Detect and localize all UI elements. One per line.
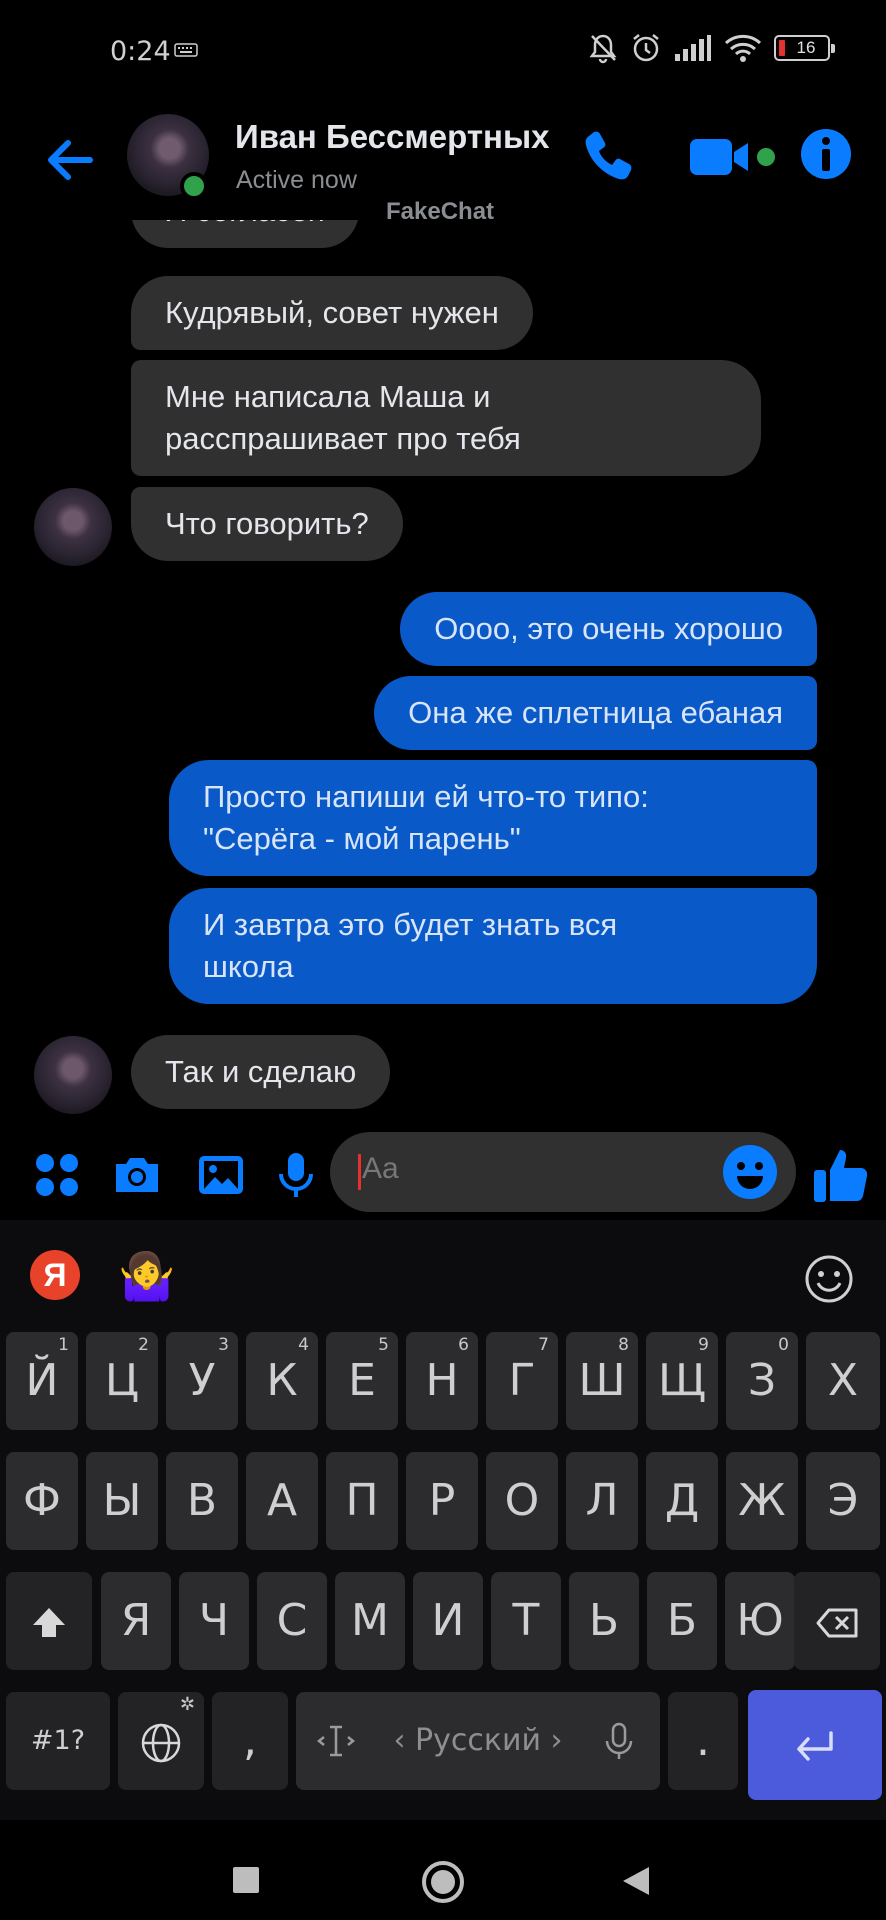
key[interactable]: В [166, 1452, 238, 1550]
enter-key[interactable] [748, 1690, 882, 1800]
key[interactable]: Р [406, 1452, 478, 1550]
status-bar: 0:24 16 [0, 0, 886, 100]
text-caret [358, 1154, 361, 1190]
back-triangle-icon[interactable] [622, 1866, 650, 1896]
language-key[interactable]: ✲ [118, 1692, 204, 1790]
key[interactable]: И [413, 1572, 483, 1670]
camera-icon[interactable] [112, 1150, 162, 1200]
key[interactable]: Ю [725, 1572, 795, 1670]
keyboard-icon [174, 43, 198, 57]
smiley-icon[interactable] [804, 1254, 854, 1304]
backspace-icon [816, 1608, 858, 1638]
keyboard: Я 🤷‍♀️ Й1 Ц2 У3 К4 Е5 Н6 Г7 Ш8 Щ9 З0 Х Ф… [0, 1220, 886, 1820]
message-bubble[interactable]: И завтра это будет знать вся школа [169, 888, 817, 1004]
key[interactable]: Б [647, 1572, 717, 1670]
key[interactable]: Н6 [406, 1332, 478, 1430]
alarm-icon [633, 34, 659, 62]
contact-status: Active now [236, 166, 357, 194]
message-bubble[interactable]: Так и сделаю [131, 1035, 391, 1109]
key[interactable]: З0 [726, 1332, 798, 1430]
key[interactable]: У3 [166, 1332, 238, 1430]
space-language-label: ‹ Русский › [393, 1723, 563, 1758]
comma-key[interactable]: , [212, 1692, 288, 1790]
symbols-key[interactable]: #1? [6, 1692, 110, 1790]
key[interactable]: О [486, 1452, 558, 1550]
key[interactable]: Т [491, 1572, 561, 1670]
key[interactable]: Ц2 [86, 1332, 158, 1430]
message-composer: Aa [0, 1128, 886, 1220]
key[interactable]: Щ9 [646, 1332, 718, 1430]
key[interactable]: М [335, 1572, 405, 1670]
backspace-key[interactable] [794, 1572, 880, 1670]
shrug-emoji-icon[interactable]: 🤷‍♀️ [118, 1248, 175, 1304]
message-bubble[interactable]: Кудрявый, совет нужен [131, 276, 533, 350]
key[interactable]: А [246, 1452, 318, 1550]
microphone-icon [605, 1722, 633, 1759]
key[interactable]: Ж [726, 1452, 798, 1550]
yandex-icon[interactable]: Я [30, 1250, 80, 1300]
apps-icon[interactable] [32, 1150, 82, 1200]
video-camera-icon[interactable] [688, 134, 778, 180]
signal-icon [675, 35, 711, 61]
shift-key[interactable] [6, 1572, 92, 1670]
battery-level: 16 [796, 38, 816, 57]
battery-icon: 16 [774, 35, 835, 61]
message-list[interactable]: Я согласен Кудрявый, совет нужен Мне нап… [0, 220, 886, 1120]
key[interactable]: Ы [86, 1452, 158, 1550]
home-circle-icon[interactable] [421, 1860, 465, 1904]
gallery-icon[interactable] [196, 1150, 246, 1200]
info-icon[interactable] [800, 128, 852, 180]
thumbs-up-icon[interactable] [812, 1146, 870, 1204]
contact-avatar[interactable] [34, 1036, 112, 1114]
period-key[interactable]: . [668, 1692, 738, 1790]
cursor-icon [316, 1725, 356, 1757]
message-bubble[interactable]: Она же сплетница ебаная [374, 676, 817, 750]
enter-icon [797, 1731, 833, 1761]
message-bubble[interactable]: Что говорить? [131, 487, 403, 561]
key[interactable]: П [326, 1452, 398, 1550]
key[interactable]: К4 [246, 1332, 318, 1430]
online-indicator [180, 172, 208, 200]
bell-off-icon [589, 34, 617, 64]
contact-name[interactable]: Иван Бессмертных [235, 118, 549, 156]
status-icons: 16 [588, 32, 835, 64]
message-bubble[interactable]: Просто напиши ей что-то типо: "Серёга - … [169, 760, 817, 876]
globe-icon [141, 1723, 181, 1763]
keyboard-toolbar: Я 🤷‍♀️ [0, 1220, 886, 1320]
emoji-icon[interactable] [722, 1144, 778, 1200]
wifi-icon [724, 34, 762, 62]
key[interactable]: Ф [6, 1452, 78, 1550]
message-input-placeholder: Aa [362, 1152, 399, 1185]
key[interactable]: Ь [569, 1572, 639, 1670]
message-bubble[interactable]: Я согласен [131, 220, 359, 248]
phone-icon[interactable] [580, 126, 640, 186]
message-bubble[interactable]: Оооо, это очень хорошо [400, 592, 817, 666]
key[interactable]: Е5 [326, 1332, 398, 1430]
key[interactable]: С [257, 1572, 327, 1670]
shift-icon [33, 1608, 65, 1637]
key[interactable]: Х [806, 1332, 880, 1430]
key[interactable]: Ш8 [566, 1332, 638, 1430]
space-key[interactable]: ‹ Русский › [296, 1692, 660, 1790]
contact-avatar[interactable] [34, 488, 112, 566]
key[interactable]: Й1 [6, 1332, 78, 1430]
message-bubble[interactable]: Мне написала Маша и расспрашивает про те… [131, 360, 761, 476]
key[interactable]: Д [646, 1452, 718, 1550]
navigation-bar [0, 1820, 886, 1920]
recents-square-icon[interactable] [232, 1866, 260, 1894]
microphone-icon[interactable] [271, 1150, 321, 1200]
key[interactable]: Л [566, 1452, 638, 1550]
key[interactable]: Э [806, 1452, 880, 1550]
key[interactable]: Ч [179, 1572, 249, 1670]
status-time: 0:24 [110, 36, 171, 67]
back-arrow-icon[interactable] [40, 130, 100, 190]
key[interactable]: Я [101, 1572, 171, 1670]
key[interactable]: Г7 [486, 1332, 558, 1430]
